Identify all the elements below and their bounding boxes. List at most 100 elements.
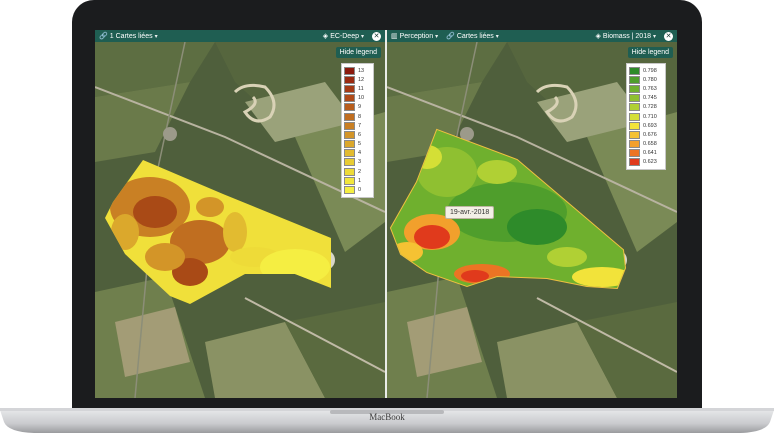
legend-label: 1 — [358, 177, 362, 184]
legend-item: 0.745 — [629, 94, 663, 103]
legend-label: 7 — [358, 122, 362, 129]
legend-swatch — [344, 140, 355, 149]
legend-item: 0.693 — [629, 121, 663, 130]
legend-item: 8 — [344, 112, 371, 121]
perception-label: Perception — [399, 32, 434, 40]
legend-item: 11 — [344, 84, 371, 93]
legend-label: 0.623 — [643, 159, 657, 166]
legend-swatch — [629, 103, 640, 112]
chevron-down-icon: ▾ — [360, 33, 364, 40]
legend-label: 8 — [358, 113, 362, 120]
legend-swatch — [629, 94, 640, 103]
left-map-pane: 🔗 1 Cartes liées ▾ ◈ EC-Deep ▾ ✕ Hide le… — [95, 30, 385, 398]
legend-swatch — [344, 66, 355, 75]
hide-legend-button[interactable]: Hide legend — [627, 47, 673, 58]
legend-item: 9 — [344, 103, 371, 112]
legend-label: 0.798 — [643, 67, 657, 74]
hide-legend-button[interactable]: Hide legend — [335, 47, 381, 58]
legend-label: 0.745 — [643, 95, 657, 102]
legend-swatch — [344, 149, 355, 158]
linked-maps-menu[interactable]: 🔗 Cartes liées ▾ — [442, 32, 503, 41]
legend-item: 12 — [344, 75, 371, 84]
legend-item: 0.780 — [629, 75, 663, 84]
legend-swatch — [629, 149, 640, 158]
date-tooltip: 19-avr.-2018 — [445, 206, 495, 219]
product-label: Biomass | 2018 — [602, 32, 651, 40]
linked-maps-label: Cartes liées — [456, 32, 494, 40]
link-icon: 🔗 — [99, 33, 108, 40]
legend-swatch — [344, 112, 355, 121]
legend-item: 0.710 — [629, 112, 663, 121]
legend-swatch — [344, 103, 355, 112]
left-toolbar: 🔗 1 Cartes liées ▾ ◈ EC-Deep ▾ ✕ — [95, 30, 385, 42]
chevron-down-icon: ▾ — [652, 33, 656, 40]
legend-item: 4 — [344, 149, 371, 158]
chevron-down-icon: ▾ — [154, 33, 158, 40]
legend-label: 0.641 — [643, 150, 657, 157]
screen: 🔗 1 Cartes liées ▾ ◈ EC-Deep ▾ ✕ Hide le… — [95, 30, 677, 398]
legend-item: 0.658 — [629, 140, 663, 149]
legend-label: 9 — [358, 104, 362, 111]
legend-swatch — [344, 121, 355, 130]
perception-menu[interactable]: ▥ Perception ▾ — [387, 32, 442, 41]
legend-swatch — [629, 112, 640, 121]
chart-icon: ▥ — [391, 33, 398, 40]
legend-swatch — [344, 84, 355, 93]
legend-item: 0.798 — [629, 66, 663, 75]
chevron-down-icon: ▾ — [435, 33, 439, 40]
right-map-pane: ▥ Perception ▾ 🔗 Cartes liées ▾ ◈ Biomas… — [387, 30, 677, 398]
legend-item: 2 — [344, 167, 371, 176]
legend-item: 0.623 — [629, 158, 663, 167]
linked-maps-menu[interactable]: 🔗 1 Cartes liées ▾ — [95, 32, 162, 41]
legend-swatch — [344, 176, 355, 185]
legend-label: 2 — [358, 168, 362, 175]
link-count: 1 — [109, 32, 114, 40]
legend-item: 13 — [344, 66, 371, 75]
legend-label: 6 — [358, 131, 362, 138]
legend-label: 0.658 — [643, 141, 657, 148]
legend-item: 1 — [344, 176, 371, 185]
layers-icon: ◈ — [322, 33, 329, 40]
legend-item: 0.763 — [629, 84, 663, 93]
legend-left: 13 12 11 10 9 8 7 6 5 4 3 2 1 0 — [341, 63, 374, 198]
legend-label: 0.780 — [643, 76, 657, 83]
layer-selector[interactable]: ◈ EC-Deep ▾ — [319, 32, 368, 41]
chevron-down-icon: ▾ — [495, 33, 499, 40]
right-toolbar: ▥ Perception ▾ 🔗 Cartes liées ▾ ◈ Biomas… — [387, 30, 677, 42]
legend-label: 0.693 — [643, 122, 657, 129]
legend-item: 0.641 — [629, 149, 663, 158]
legend-swatch — [629, 140, 640, 149]
close-icon[interactable]: ✕ — [372, 31, 381, 41]
link-icon: 🔗 — [446, 33, 455, 40]
legend-item: 0 — [344, 185, 371, 195]
legend-item: 7 — [344, 121, 371, 130]
legend-label: 4 — [358, 150, 362, 157]
legend-swatch — [344, 130, 355, 139]
legend-item: 10 — [344, 94, 371, 103]
legend-swatch — [629, 66, 640, 75]
legend-item: 5 — [344, 140, 371, 149]
legend-item: 3 — [344, 158, 371, 167]
legend-swatch — [344, 94, 355, 103]
legend-label: 5 — [358, 141, 362, 148]
legend-item: 0.728 — [629, 103, 663, 112]
legend-label: 0.710 — [643, 113, 657, 120]
legend-swatch — [629, 130, 640, 139]
legend-right: 0.798 0.780 0.763 0.745 0.728 0.710 0.693 0.676… — [626, 63, 666, 171]
layers-icon: ◈ — [595, 33, 601, 40]
legend-swatch — [629, 75, 640, 84]
legend-label: 10 — [358, 95, 365, 102]
legend-label: 0.763 — [643, 85, 657, 92]
legend-label: 12 — [358, 76, 365, 83]
legend-swatch — [629, 158, 640, 167]
close-icon[interactable]: ✕ — [664, 31, 673, 41]
legend-label: 0.728 — [643, 104, 657, 111]
legend-swatch — [629, 121, 640, 130]
legend-label: 3 — [358, 159, 362, 166]
legend-item: 0.676 — [629, 130, 663, 139]
legend-swatch — [344, 75, 355, 84]
legend-item: 6 — [344, 130, 371, 139]
device-brand: MacBook — [369, 412, 405, 422]
product-selector[interactable]: ◈ Biomass | 2018 ▾ — [591, 32, 660, 41]
legend-label: 13 — [358, 67, 365, 74]
